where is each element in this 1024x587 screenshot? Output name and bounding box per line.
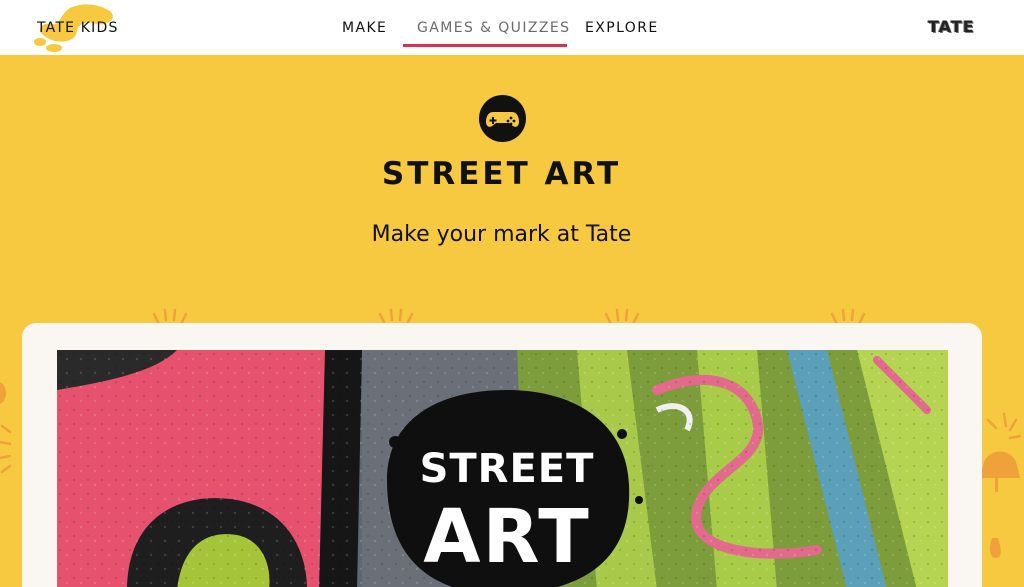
page-title: STREET ART [381,156,622,192]
active-tab-underline [403,44,567,47]
tate-kids-logo[interactable]: TATE KIDS [30,0,120,55]
gamepad-icon [479,95,526,142]
image-title-line-1: STREET [419,446,595,492]
page-subtitle: Make your mark at Tate [371,222,632,247]
nav-link-games-quizzes[interactable]: GAMES & QUIZZES [417,20,570,36]
logo-text: TATE KIDS [37,20,119,36]
tate-logo[interactable]: TATE [928,17,975,36]
nav-link-explore[interactable]: EXPLORE [585,20,659,36]
top-navigation: TATE KIDS MAKE GAMES & QUIZZES EXPLORE T… [0,0,1024,55]
nav-link-make[interactable]: MAKE [342,20,387,36]
street-art-image[interactable]: STREET ART [57,350,948,587]
image-title-line-2: ART [423,494,591,580]
